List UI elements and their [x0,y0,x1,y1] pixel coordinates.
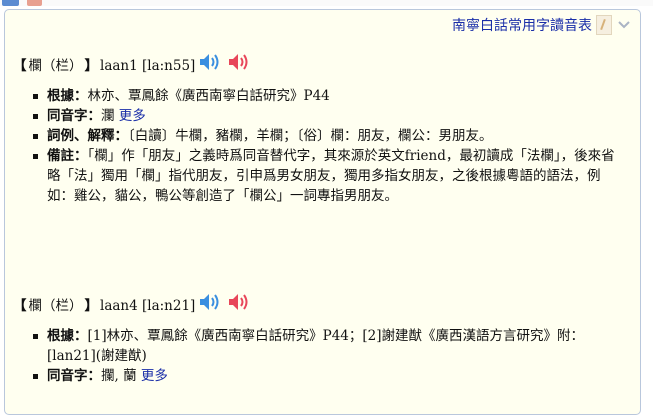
dictionary-entry: 【 欄（栏） 】 laan1 [la:n55] 根據：林亦、覃鳳餘《廣西南寧白話… [13,46,653,206]
headword-romanization: laan1 [la:n55] [100,58,196,74]
definition-label: 同音字： [47,108,101,124]
headword-char: 欄（栏） [28,298,83,314]
speaker-red-icon[interactable] [226,50,253,74]
definition-label: 同音字： [47,368,101,384]
app-tab-icon[interactable] [2,0,19,6]
definition-text: 林亦、覃鳳餘《廣西南寧白話研究》P44 [87,88,330,104]
homophone-chars: 瀾 [101,108,115,124]
headword-bracket-open: 【 [13,298,27,314]
speaker-red-icon[interactable] [226,290,253,314]
definition-label: 根據： [47,328,88,344]
headword-bracket-close: 】 [84,298,99,314]
definition-item: 同音字：瀾 更多 [33,106,653,126]
red-tab-icon[interactable] [27,0,42,6]
speaker-blue-icon[interactable] [197,50,224,74]
definition-item: 根據：林亦、覃鳳餘《廣西南寧白話研究》P44 [33,86,653,106]
definition-item: 備註：「欄」作「朋友」之義時爲同音替代字，其來源於英文friend，最初讀成「法… [33,146,653,206]
dictionary-entry: 【 欄（栏） 】 laan4 [la:n21] 根據：[1]林亦、覃鳳餘《廣西南… [13,286,653,386]
more-link[interactable]: 更多 [119,108,146,124]
browser-tab-strip [0,0,653,6]
headword-line: 【 欄（栏） 】 laan4 [la:n21] [13,286,653,314]
panel-titlebar: 南寧白話常用字讀音表 [452,14,632,36]
definition-text: 〔白讀〕牛欄，豬欄，羊欄；〔俗〕欄：朋友，欄公：男朋友。 [128,128,493,144]
headword-romanization: laan4 [la:n21] [100,298,196,314]
definition-text: 「欄」作「朋友」之義時爲同音替代字，其來源於英文friend，最初讀成「法欄」，… [47,148,615,204]
headword-bracket-open: 【 [13,58,27,74]
dictionary-panel: 南寧白話常用字讀音表 【 欄（栏） 】 laan1 [la:n55] 根據：林亦… [4,9,641,415]
definition-list: 根據：[1]林亦、覃鳳餘《廣西南寧白話研究》P44；[2]謝建猷《廣西漢語方言研… [13,326,653,386]
definition-item: 根據：[1]林亦、覃鳳餘《廣西南寧白話研究》P44；[2]謝建猷《廣西漢語方言研… [33,326,653,366]
definition-label: 備註： [47,148,88,164]
headword-char: 欄（栏） [28,58,83,74]
more-link[interactable]: 更多 [141,368,168,384]
definition-list: 根據：林亦、覃鳳餘《廣西南寧白話研究》P44 同音字：瀾 更多 詞例、解釋：〔白… [13,86,653,206]
headword-line: 【 欄（栏） 】 laan1 [la:n55] [13,46,653,74]
definition-label: 根據： [47,88,88,104]
chevron-down-icon[interactable] [616,16,632,34]
headword-bracket-close: 】 [84,58,99,74]
pin-icon[interactable] [596,15,612,35]
definition-item: 詞例、解釋：〔白讀〕牛欄，豬欄，羊欄；〔俗〕欄：朋友，欄公：男朋友。 [33,126,653,146]
definition-label: 詞例、解釋： [47,128,128,144]
definition-item: 同音字：攔, 蘭 更多 [33,366,653,386]
panel-title[interactable]: 南寧白話常用字讀音表 [452,15,592,35]
speaker-blue-icon[interactable] [197,290,224,314]
definition-text: [1]林亦、覃鳳餘《廣西南寧白話研究》P44；[2]謝建猷《廣西漢語方言研究》附… [47,328,585,364]
homophone-chars: 攔, 蘭 [101,368,137,384]
